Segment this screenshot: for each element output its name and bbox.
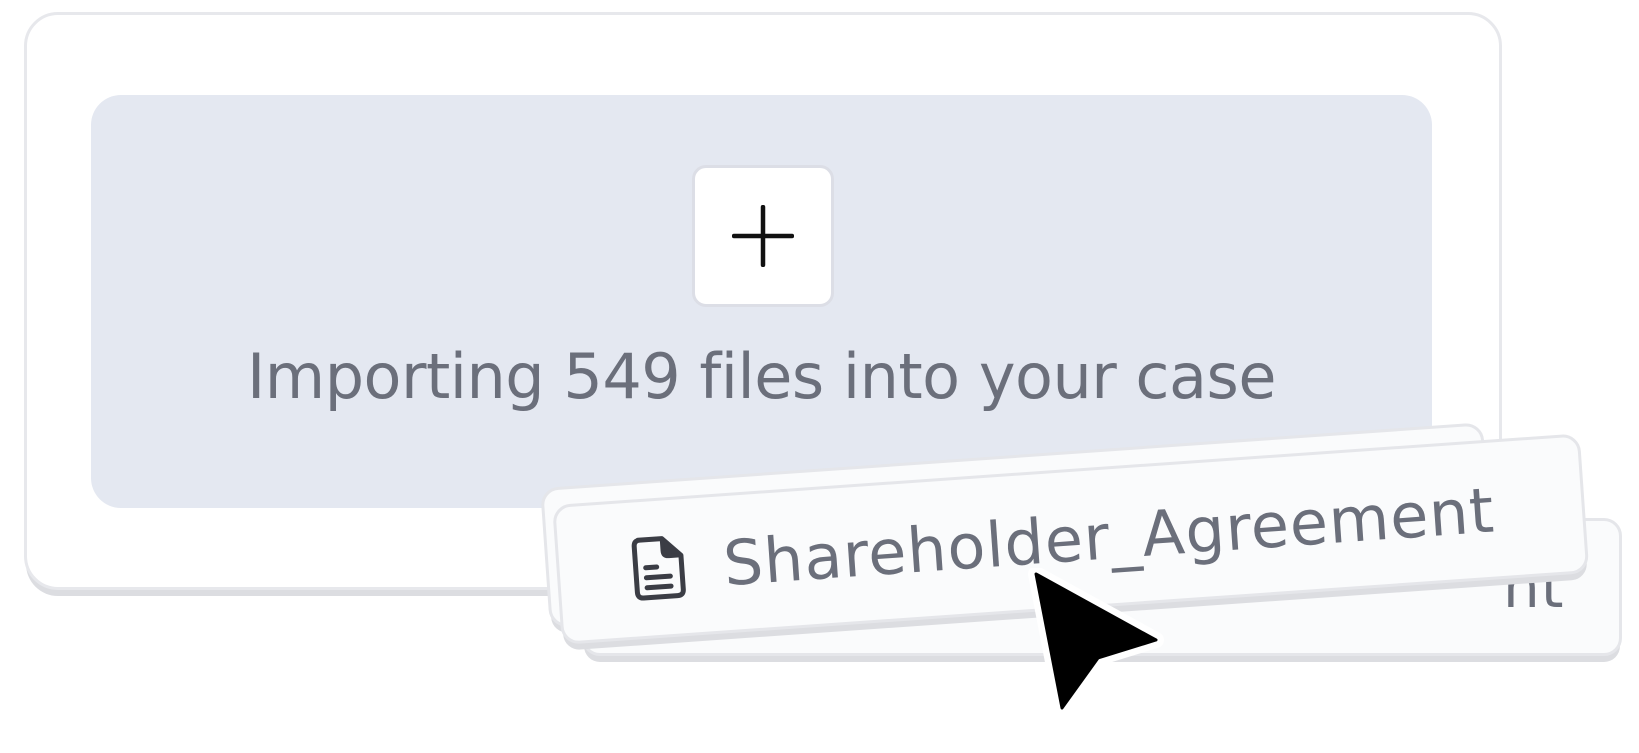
- mouse-cursor-icon: [1028, 568, 1164, 716]
- plus-icon: [732, 205, 794, 267]
- document-icon: [631, 536, 686, 601]
- import-status-text: Importing 549 files into your case: [247, 340, 1276, 413]
- add-files-button[interactable]: [692, 165, 834, 307]
